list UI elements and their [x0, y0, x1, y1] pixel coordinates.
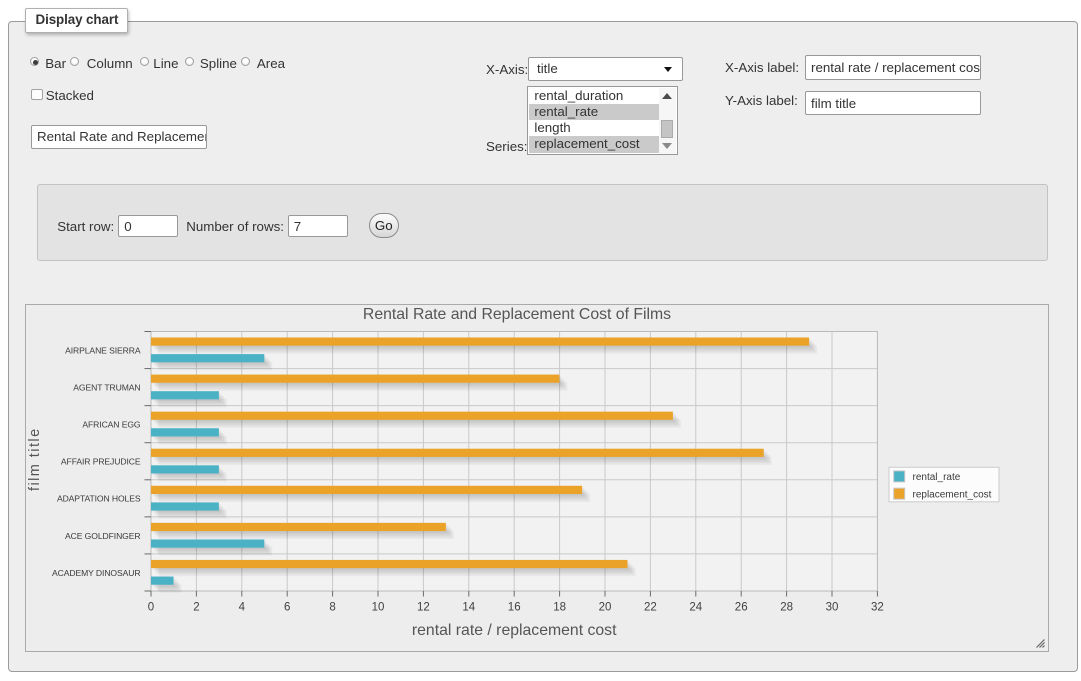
svg-text:Rental Rate and Replacement Co: Rental Rate and Replacement Cost of Film…	[362, 306, 670, 323]
svg-text:0: 0	[147, 601, 153, 613]
svg-text:12: 12	[417, 601, 430, 613]
svg-text:32: 32	[871, 601, 884, 613]
svg-text:ACE GOLDFINGER: ACE GOLDFINGER	[65, 530, 140, 540]
svg-text:14: 14	[462, 601, 475, 613]
svg-text:28: 28	[780, 601, 793, 613]
svg-text:30: 30	[825, 601, 838, 613]
svg-text:rental rate / replacement cost: rental rate / replacement cost	[411, 622, 616, 639]
svg-text:22: 22	[644, 601, 657, 613]
svg-text:AFRICAN EGG: AFRICAN EGG	[82, 419, 141, 429]
svg-text:AIRPLANE SIERRA: AIRPLANE SIERRA	[65, 345, 141, 355]
svg-text:AFFAIR PREJUDICE: AFFAIR PREJUDICE	[60, 456, 140, 466]
svg-text:replacement_cost: replacement_cost	[912, 489, 991, 500]
svg-text:8: 8	[329, 601, 335, 613]
svg-text:ADAPTATION HOLES: ADAPTATION HOLES	[56, 493, 140, 503]
svg-text:ACADEMY DINOSAUR: ACADEMY DINOSAUR	[52, 567, 141, 577]
svg-text:rental_rate: rental_rate	[912, 472, 960, 483]
svg-text:6: 6	[283, 601, 289, 613]
svg-text:26: 26	[734, 601, 747, 613]
svg-text:18: 18	[553, 601, 566, 613]
svg-text:film title: film title	[27, 427, 43, 491]
svg-text:24: 24	[689, 601, 702, 613]
svg-text:20: 20	[598, 601, 611, 613]
svg-text:10: 10	[371, 601, 384, 613]
svg-text:AGENT TRUMAN: AGENT TRUMAN	[73, 382, 140, 392]
svg-text:2: 2	[193, 601, 199, 613]
svg-text:16: 16	[507, 601, 520, 613]
svg-text:4: 4	[238, 601, 245, 613]
